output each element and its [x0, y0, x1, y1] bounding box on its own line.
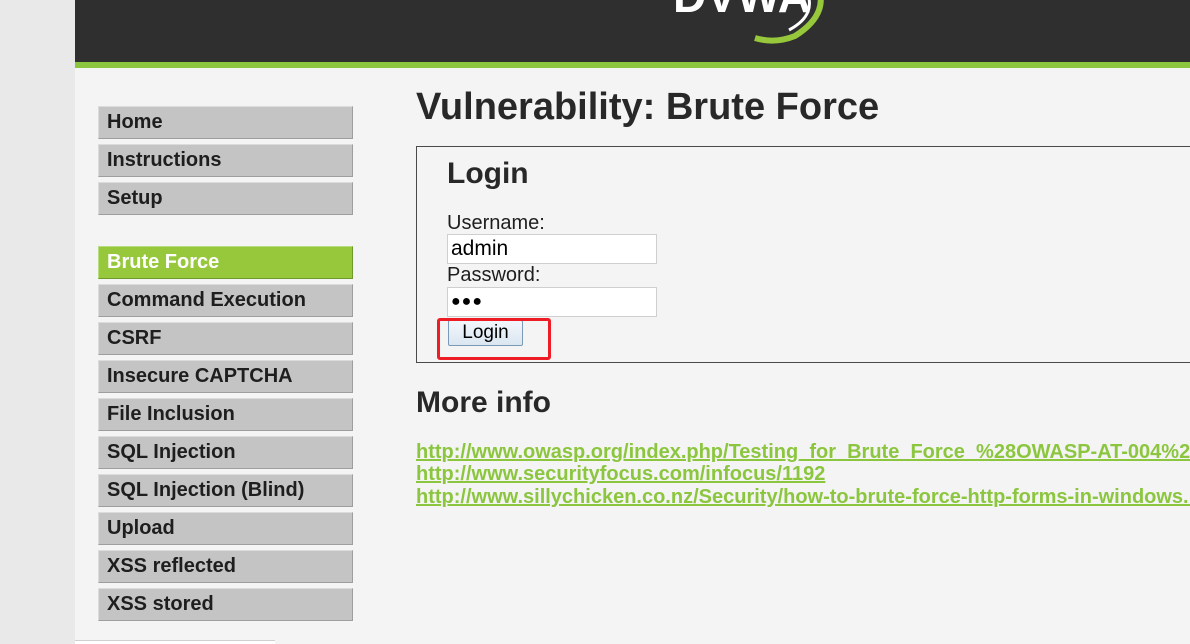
menu-item-brute-force[interactable]: Brute Force — [98, 246, 353, 279]
logo-text: DVWA — [673, 0, 811, 22]
menu-item-xss-stored[interactable]: XSS stored — [98, 588, 353, 621]
menu-separator — [98, 220, 353, 246]
more-info-link-owasp[interactable]: http://www.owasp.org/index.php/Testing_f… — [416, 441, 1190, 464]
header: DVWA — [75, 0, 1190, 62]
password-input[interactable]: ●●● — [447, 287, 657, 317]
menu-item-xss-reflected[interactable]: XSS reflected — [98, 550, 353, 583]
menu-item-setup[interactable]: Setup — [98, 182, 353, 215]
menu-item-csrf[interactable]: CSRF — [98, 322, 353, 355]
menu-item-instructions[interactable]: Instructions — [98, 144, 353, 177]
header-accent-bar — [75, 62, 1190, 68]
username-input[interactable]: admin — [447, 234, 657, 264]
menu-item-upload[interactable]: Upload — [98, 512, 353, 545]
username-label: Username: — [447, 212, 545, 234]
menu-item-file-inclusion[interactable]: File Inclusion — [98, 398, 353, 431]
login-button-highlight-annotation — [437, 318, 551, 360]
dvwa-logo: DVWA — [673, 0, 824, 44]
login-title: Login — [447, 157, 529, 190]
menu-item-command-execution[interactable]: Command Execution — [98, 284, 353, 317]
menu-item-sql-injection[interactable]: SQL Injection — [98, 436, 353, 469]
more-info-link-securityfocus[interactable]: http://www.securityfocus.com/infocus/119… — [416, 463, 825, 486]
password-label: Password: — [447, 264, 541, 286]
menu-item-home[interactable]: Home — [98, 106, 353, 139]
page-title: Vulnerability: Brute Force — [416, 86, 880, 128]
sidebar-menu: Home Instructions Setup Brute Force Comm… — [98, 106, 353, 626]
menu-item-insecure-captcha[interactable]: Insecure CAPTCHA — [98, 360, 353, 393]
bottom-strip — [75, 640, 275, 644]
page-wrapper: DVWA Home Instructions Setup Brute Force… — [75, 0, 1190, 644]
more-info-link-sillychicken[interactable]: http://www.sillychicken.co.nz/Security/h… — [416, 486, 1190, 509]
more-info-title: More info — [416, 386, 551, 419]
menu-item-sql-injection-blind[interactable]: SQL Injection (Blind) — [98, 474, 353, 507]
